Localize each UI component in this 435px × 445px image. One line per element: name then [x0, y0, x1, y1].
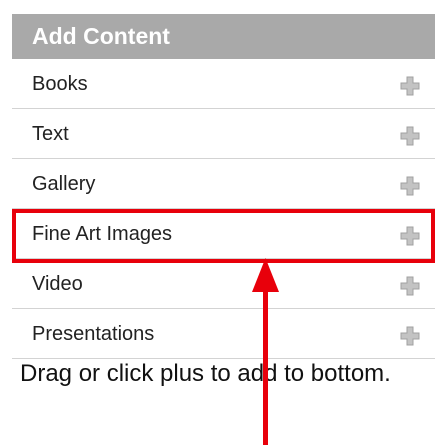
- item-label: Books: [32, 73, 88, 95]
- item-label: Gallery: [32, 173, 96, 195]
- hint-text: Drag or click plus to add to bottom.: [20, 360, 391, 387]
- content-item-presentations[interactable]: Presentations: [12, 309, 435, 359]
- plus-icon[interactable]: [400, 326, 420, 346]
- content-item-fine-art-images[interactable]: Fine Art Images: [12, 209, 435, 259]
- plus-icon[interactable]: [400, 76, 420, 96]
- item-label: Presentations: [32, 323, 155, 345]
- item-label: Video: [32, 273, 83, 295]
- plus-icon[interactable]: [400, 226, 420, 246]
- plus-icon[interactable]: [400, 126, 420, 146]
- add-content-panel: Add Content Books Text Gallery Fine Art …: [12, 14, 435, 359]
- panel-title: Add Content: [32, 23, 170, 49]
- item-label: Text: [32, 123, 69, 145]
- content-item-gallery[interactable]: Gallery: [12, 159, 435, 209]
- content-item-text[interactable]: Text: [12, 109, 435, 159]
- plus-icon[interactable]: [400, 176, 420, 196]
- panel-header: Add Content: [12, 14, 435, 59]
- item-label: Fine Art Images: [32, 223, 173, 245]
- content-item-video[interactable]: Video: [12, 259, 435, 309]
- plus-icon[interactable]: [400, 276, 420, 296]
- content-item-books[interactable]: Books: [12, 59, 435, 109]
